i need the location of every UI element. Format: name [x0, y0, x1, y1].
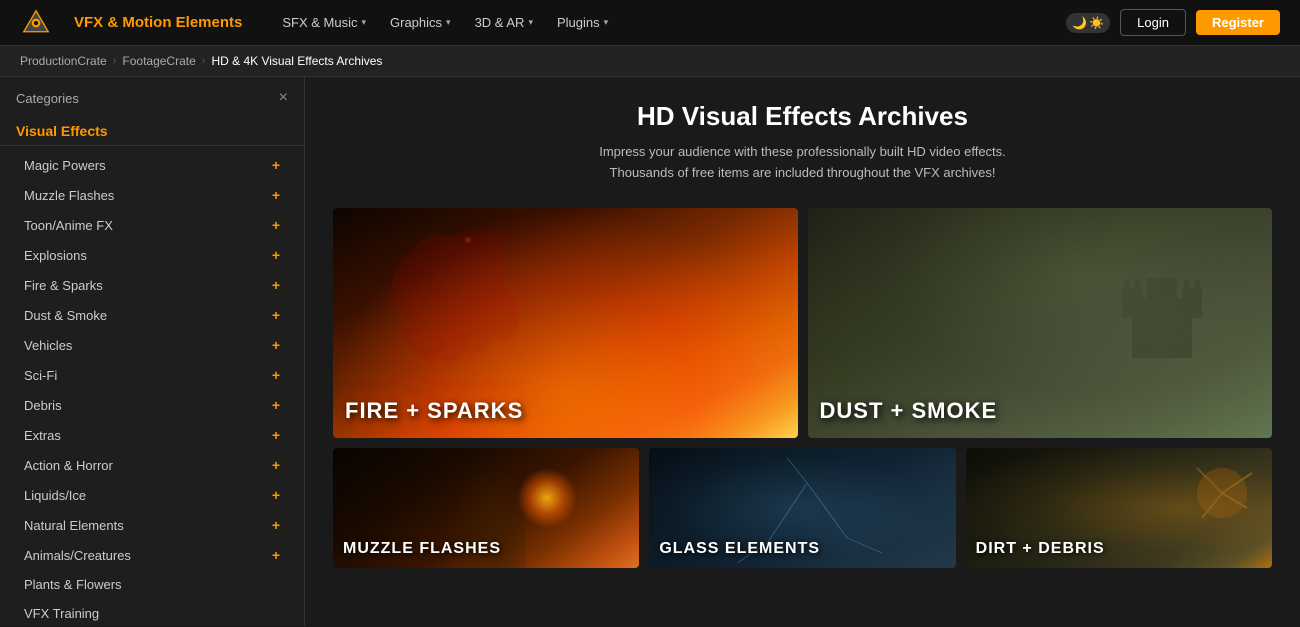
card-dust-smoke-label: DUST + SMOKE — [808, 384, 1273, 438]
nav-sfx[interactable]: SFX & Music ▾ — [272, 9, 376, 36]
plus-icon: + — [272, 487, 280, 503]
sidebar-item-explosions[interactable]: Explosions + — [0, 240, 304, 270]
plus-icon: + — [272, 517, 280, 533]
moon-icon: 🌙 — [1072, 16, 1087, 30]
sidebar-item-vehicles[interactable]: Vehicles + — [0, 330, 304, 360]
nav-plugins[interactable]: Plugins ▾ — [547, 9, 618, 36]
sidebar: Categories × Visual Effects Magic Powers… — [0, 77, 305, 626]
login-button[interactable]: Login — [1120, 9, 1186, 36]
navbar-right: 🌙 ☀️ Login Register — [1066, 9, 1280, 36]
card-dirt-debris[interactable]: DIRT + DEBRIS — [966, 448, 1272, 568]
chevron-down-icon: ▾ — [446, 17, 451, 28]
card-fire-sparks-label: FIRE + SPARKS — [333, 384, 798, 438]
nav-graphics[interactable]: Graphics ▾ — [380, 9, 461, 36]
card-muzzle-flashes[interactable]: MUZZLE FLASHES — [333, 448, 639, 568]
card-dirt-debris-label: DIRT + DEBRIS — [966, 530, 1272, 568]
plus-icon: + — [272, 307, 280, 323]
plus-icon: + — [272, 157, 280, 173]
breadcrumb-footagecrate[interactable]: FootageCrate — [122, 54, 195, 68]
brand-name[interactable]: VFX & Motion Elements — [74, 14, 242, 31]
chevron-down-icon: ▾ — [528, 17, 533, 28]
nav-3dar[interactable]: 3D & AR ▾ — [465, 9, 543, 36]
theme-toggle[interactable]: 🌙 ☀️ — [1066, 13, 1110, 33]
breadcrumb: ProductionCrate › FootageCrate › HD & 4K… — [0, 46, 1300, 77]
breadcrumb-current: HD & 4K Visual Effects Archives — [211, 54, 382, 68]
card-grid-row1: FIRE + SPARKS — [333, 208, 1272, 438]
page-title: HD Visual Effects Archives — [333, 101, 1272, 132]
logo-icon[interactable] — [20, 7, 52, 39]
sidebar-close-button[interactable]: × — [279, 89, 288, 107]
plus-icon: + — [272, 457, 280, 473]
card-grid-row2: MUZZLE FLASHES GLASS ELEMENTS — [333, 448, 1272, 568]
main-layout: Categories × Visual Effects Magic Powers… — [0, 77, 1300, 626]
breadcrumb-sep2: › — [202, 55, 206, 67]
card-muzzle-flashes-label: MUZZLE FLASHES — [333, 530, 639, 568]
register-button[interactable]: Register — [1196, 10, 1280, 35]
sidebar-item-fire-sparks[interactable]: Fire & Sparks + — [0, 270, 304, 300]
navbar: VFX & Motion Elements SFX & Music ▾ Grap… — [0, 0, 1300, 46]
plus-icon: + — [272, 277, 280, 293]
sidebar-item-natural-elements[interactable]: Natural Elements + — [0, 510, 304, 540]
sidebar-item-debris[interactable]: Debris + — [0, 390, 304, 420]
plus-icon: + — [272, 547, 280, 563]
chevron-down-icon: ▾ — [361, 17, 366, 28]
sidebar-item-plants-flowers[interactable]: Plants & Flowers — [0, 570, 304, 599]
sidebar-header: Categories × — [0, 77, 304, 115]
plus-icon: + — [272, 367, 280, 383]
breadcrumb-sep: › — [113, 55, 117, 67]
plus-icon: + — [272, 427, 280, 443]
breadcrumb-productioncrate[interactable]: ProductionCrate — [20, 54, 107, 68]
sidebar-item-action-horror[interactable]: Action & Horror + — [0, 450, 304, 480]
chevron-down-icon: ▾ — [604, 17, 609, 28]
sidebar-item-vfx-training[interactable]: VFX Training — [0, 599, 304, 626]
plus-icon: + — [272, 217, 280, 233]
plus-icon: + — [272, 337, 280, 353]
sidebar-item-extras[interactable]: Extras + — [0, 420, 304, 450]
nav-links: SFX & Music ▾ Graphics ▾ 3D & AR ▾ Plugi… — [272, 9, 1048, 36]
card-fire-sparks[interactable]: FIRE + SPARKS — [333, 208, 798, 438]
page-subtitle: Impress your audience with these profess… — [333, 142, 1272, 184]
plus-icon: + — [272, 397, 280, 413]
sun-icon: ☀️ — [1089, 16, 1104, 30]
card-glass-elements[interactable]: GLASS ELEMENTS — [649, 448, 955, 568]
sidebar-item-scifi[interactable]: Sci-Fi + — [0, 360, 304, 390]
card-glass-elements-label: GLASS ELEMENTS — [649, 530, 955, 568]
content-area: HD Visual Effects Archives Impress your … — [305, 77, 1300, 626]
sidebar-item-magic-powers[interactable]: Magic Powers + — [0, 150, 304, 180]
sidebar-item-dust-smoke[interactable]: Dust & Smoke + — [0, 300, 304, 330]
sidebar-title: Categories — [16, 91, 79, 106]
sidebar-section-title[interactable]: Visual Effects — [0, 115, 304, 146]
sidebar-item-animals-creatures[interactable]: Animals/Creatures + — [0, 540, 304, 570]
card-dust-smoke[interactable]: DUST + SMOKE — [808, 208, 1273, 438]
sidebar-item-muzzle-flashes[interactable]: Muzzle Flashes + — [0, 180, 304, 210]
plus-icon: + — [272, 187, 280, 203]
sidebar-item-liquids-ice[interactable]: Liquids/Ice + — [0, 480, 304, 510]
plus-icon: + — [272, 247, 280, 263]
sidebar-item-toon-anime[interactable]: Toon/Anime FX + — [0, 210, 304, 240]
